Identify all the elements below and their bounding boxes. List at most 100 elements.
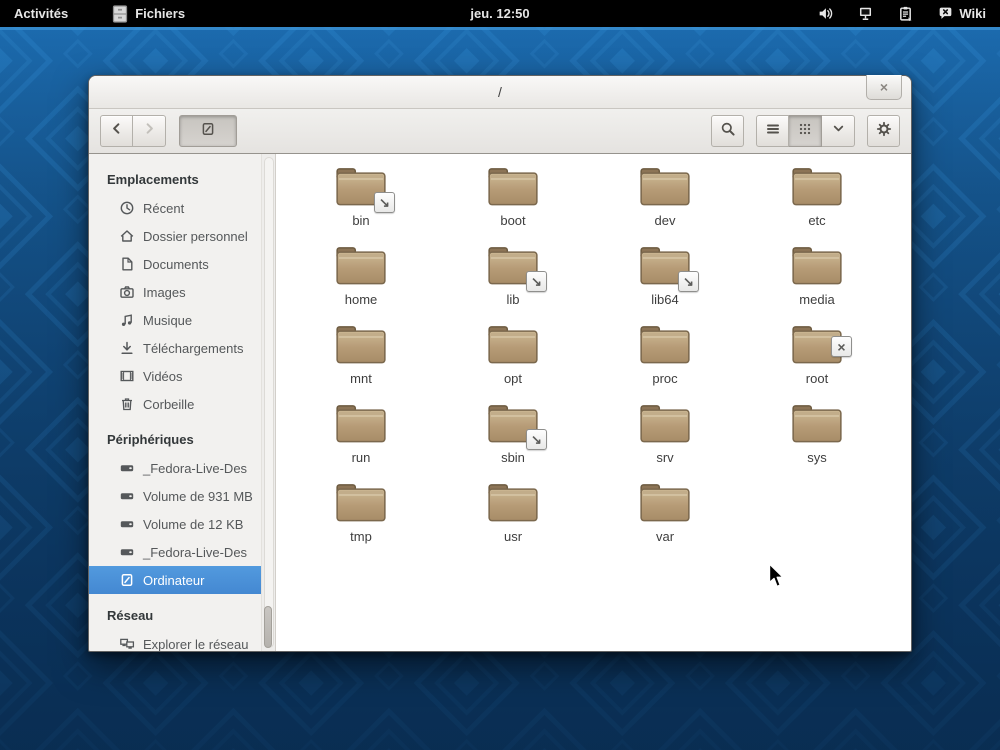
volume-icon[interactable] [817,5,834,22]
folder-label: lib64 [651,292,679,307]
sidebar-item-ordinateur[interactable]: Ordinateur [89,566,261,594]
folder-label: media [799,292,835,307]
folder-label: srv [656,450,674,465]
top-bar: Activités Fichiers jeu. 12:50 Wiki [0,0,1000,27]
camera-icon [119,284,135,300]
forward-button[interactable] [133,115,166,147]
folder-item-sbin[interactable]: ↘ sbin [437,403,589,482]
clipboard-icon[interactable] [897,5,914,22]
sidebar-item-vid-os[interactable]: Vidéos [89,362,261,390]
chevron-right-icon [142,121,157,141]
folder-icon [790,403,844,445]
home-icon [119,228,135,244]
folder-item-home[interactable]: home [285,245,437,324]
folder-icon [790,166,844,208]
sidebar-item-dossier-personnel[interactable]: Dossier personnel [89,222,261,250]
sidebar-item-volume-de-12-kb[interactable]: Volume de 12 KB [89,510,261,538]
sidebar-item-fedora-live-des[interactable]: _Fedora-Live-Des [89,538,261,566]
folder-item-lib[interactable]: ↘ lib [437,245,589,324]
folder-item-sys[interactable]: sys [741,403,893,482]
app-menu-button[interactable]: Fichiers [104,0,191,27]
list-view-button[interactable] [756,115,789,147]
sidebar-item-volume-de-931-mb[interactable]: Volume de 931 MB [89,482,261,510]
sidebar-item-label: Récent [143,200,185,216]
folder-item-srv[interactable]: srv [589,403,741,482]
scrollbar-track[interactable] [264,157,274,648]
folder-item-root[interactable]: × root [741,324,893,403]
folder-item-run[interactable]: run [285,403,437,482]
folder-item-proc[interactable]: proc [589,324,741,403]
folder-label: opt [503,371,523,386]
sidebar-section-title: Périphériques [107,432,194,447]
sidebar-item-label: _Fedora-Live-Des [143,460,248,476]
sidebar-section: Périphériques _Fedora-Live-Des Volume de… [89,428,261,594]
list-view-icon [765,121,781,142]
sidebar-item-label: Volume de 931 MB [143,488,253,504]
folder-icon [334,324,388,366]
sidebar-item-label: Documents [143,256,209,272]
folder-item-boot[interactable]: boot [437,166,589,245]
sidebar-item-r-cent[interactable]: Récent [89,194,261,222]
folder-icon [334,403,388,445]
folder-icon [638,166,692,208]
video-icon [119,368,135,384]
close-button[interactable]: × [866,75,902,100]
sidebar-item-corbeille[interactable]: Corbeille [89,390,261,418]
sidebar-item-musique[interactable]: Musique [89,306,261,334]
search-button[interactable] [711,115,744,147]
folder-icon [638,482,692,524]
folder-icon [486,482,540,524]
sidebar-item-label: Images [143,284,186,300]
folder-item-dev[interactable]: dev [589,166,741,245]
view-switcher [756,115,855,147]
files-window: / × Emplacements Récent Dossier personne… [88,75,912,652]
folder-label: boot [500,213,526,228]
sidebar-sections: Emplacements Récent Dossier personnel Do… [89,168,261,651]
folder-item-lib64[interactable]: ↘ lib64 [589,245,741,324]
folder-item-mnt[interactable]: mnt [285,324,437,403]
location-toggle-button[interactable] [179,115,237,147]
back-button[interactable] [100,115,133,147]
files-view: ↘ bin boot dev etc home ↘ lib ↘ lib64 me… [276,154,911,651]
view-options-button[interactable] [822,115,855,147]
sidebar-scrollbar[interactable] [261,154,276,651]
user-menu[interactable]: Wiki [937,5,986,22]
folder-icon [334,482,388,524]
gear-menu-button[interactable] [867,115,900,147]
document-icon [119,256,135,272]
grid-view-button[interactable] [789,115,822,147]
display-icon[interactable] [857,5,874,22]
sidebar-item-explorer-le-r-seau[interactable]: Explorer le réseau [89,630,261,651]
folder-item-opt[interactable]: opt [437,324,589,403]
folder-icon [638,403,692,445]
folder-label: lib [506,292,520,307]
app-menu-label: Fichiers [135,6,186,21]
sidebar-item-t-l-chargements[interactable]: Téléchargements [89,334,261,362]
sidebar-item-label: Dossier personnel [143,228,248,244]
folder-label: usr [503,529,523,544]
titlebar[interactable]: / × [89,75,911,109]
sidebar-section-title: Emplacements [107,172,199,187]
symlink-emblem: ↘ [678,271,699,292]
activities-button[interactable]: Activités [0,0,82,27]
folder-label: root [805,371,829,386]
gear-icon [876,121,892,142]
sidebar-item-documents[interactable]: Documents [89,250,261,278]
folder-item-etc[interactable]: etc [741,166,893,245]
download-icon [119,340,135,356]
folder-label: sbin [501,450,525,465]
folder-item-usr[interactable]: usr [437,482,589,561]
symlink-emblem: ↘ [526,271,547,292]
clock[interactable]: jeu. 12:50 [470,0,529,27]
scrollbar-thumb[interactable] [264,606,272,648]
folder-label: etc [808,213,826,228]
folder-label: dev [654,213,676,228]
folder-item-var[interactable]: var [589,482,741,561]
sidebar-item-fedora-live-des[interactable]: _Fedora-Live-Des [89,454,261,482]
folder-item-tmp[interactable]: tmp [285,482,437,561]
sidebar-item-label: Téléchargements [143,340,244,356]
folder-item-bin[interactable]: ↘ bin [285,166,437,245]
sidebar-item-images[interactable]: Images [89,278,261,306]
folder-label: var [655,529,675,544]
folder-item-media[interactable]: media [741,245,893,324]
